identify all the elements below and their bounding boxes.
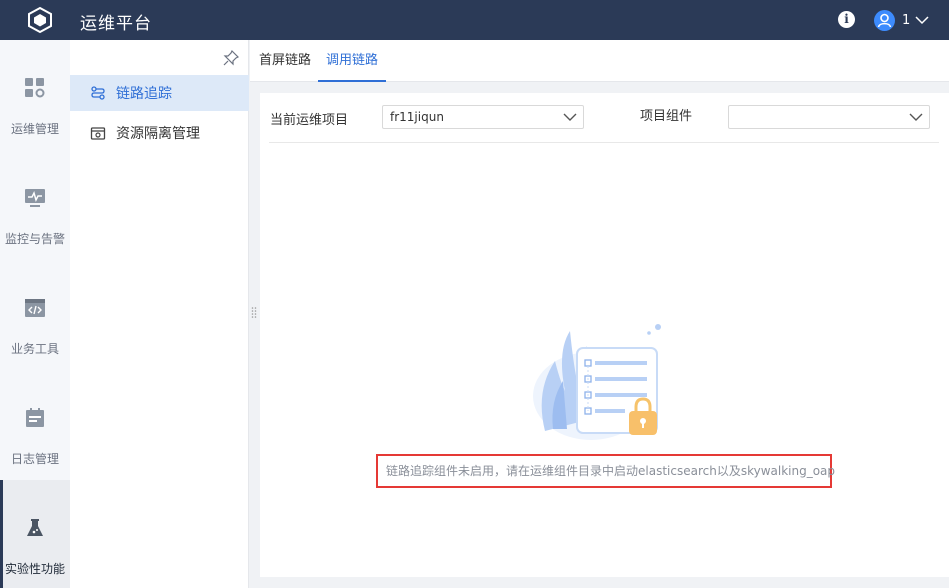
pin-icon[interactable] xyxy=(223,50,239,66)
nav-label: 日志管理 xyxy=(10,452,59,466)
calendar-icon xyxy=(26,408,44,427)
nav-item-ops[interactable]: 运维管理 xyxy=(0,40,70,150)
info-icon[interactable]: i xyxy=(838,11,855,28)
main-content: 首屏链路 调用链路 当前运维项目 fr11jiqun 项目组件 链路追踪组件未启… xyxy=(250,40,949,588)
project-select[interactable]: fr11jiqun xyxy=(382,105,584,129)
app-title: 运维平台 xyxy=(80,14,152,34)
tab-first-screen[interactable]: 首屏链路 xyxy=(252,40,318,82)
nav-label: 业务工具 xyxy=(10,342,59,356)
sub-item-resource[interactable]: 资源隔离管理 xyxy=(70,115,249,151)
monitor-icon xyxy=(25,189,45,207)
dashboard-icon xyxy=(25,78,45,98)
project-select-value: fr11jiqun xyxy=(390,110,444,124)
component-label: 项目组件 xyxy=(640,109,693,124)
link-trace-icon xyxy=(91,86,105,100)
resource-icon xyxy=(90,127,106,140)
nav-label: 运维管理 xyxy=(10,122,59,136)
sub-item-trace[interactable]: 链路追踪 xyxy=(70,75,249,111)
sub-item-label: 链路追踪 xyxy=(116,86,172,102)
component-select[interactable] xyxy=(728,105,930,129)
main-nav: 运维管理 监控与告警 业务工具 日志管理 实验性功能 xyxy=(0,40,70,588)
divider xyxy=(269,142,939,143)
flask-icon xyxy=(27,519,43,536)
nav-item-tools[interactable]: 业务工具 xyxy=(0,260,70,370)
cube-icon[interactable] xyxy=(26,6,54,34)
nav-item-logs[interactable]: 日志管理 xyxy=(0,370,70,480)
nav-item-experimental[interactable]: 实验性功能 xyxy=(0,480,70,588)
sub-item-label: 资源隔离管理 xyxy=(116,126,200,142)
nav-label: 实验性功能 xyxy=(4,562,65,576)
nav-item-monitor[interactable]: 监控与告警 xyxy=(0,150,70,260)
code-icon xyxy=(25,299,45,317)
user-name[interactable]: 1 xyxy=(902,13,910,28)
top-bar: 运维平台 i 1 xyxy=(0,0,949,40)
chevron-down-icon[interactable] xyxy=(915,15,929,25)
project-label: 当前运维项目 xyxy=(270,113,349,128)
locked-list-illustration xyxy=(533,324,661,440)
trace-panel: 当前运维项目 fr11jiqun 项目组件 链路追踪组件未启用，请在运维组件目录… xyxy=(260,93,949,577)
tab-call-chain[interactable]: 调用链路 xyxy=(318,40,386,82)
sub-nav: 链路追踪 资源隔离管理 xyxy=(70,40,249,588)
chevron-down-icon xyxy=(909,113,923,121)
user-menu[interactable]: 1 xyxy=(874,9,929,31)
user-icon[interactable] xyxy=(874,9,895,31)
nav-label: 监控与告警 xyxy=(4,232,65,246)
chevron-down-icon xyxy=(563,113,577,121)
empty-state-message: 链路追踪组件未启用，请在运维组件目录中启动elasticsearch以及skyw… xyxy=(376,454,835,488)
tab-bar: 首屏链路 调用链路 xyxy=(250,40,949,82)
